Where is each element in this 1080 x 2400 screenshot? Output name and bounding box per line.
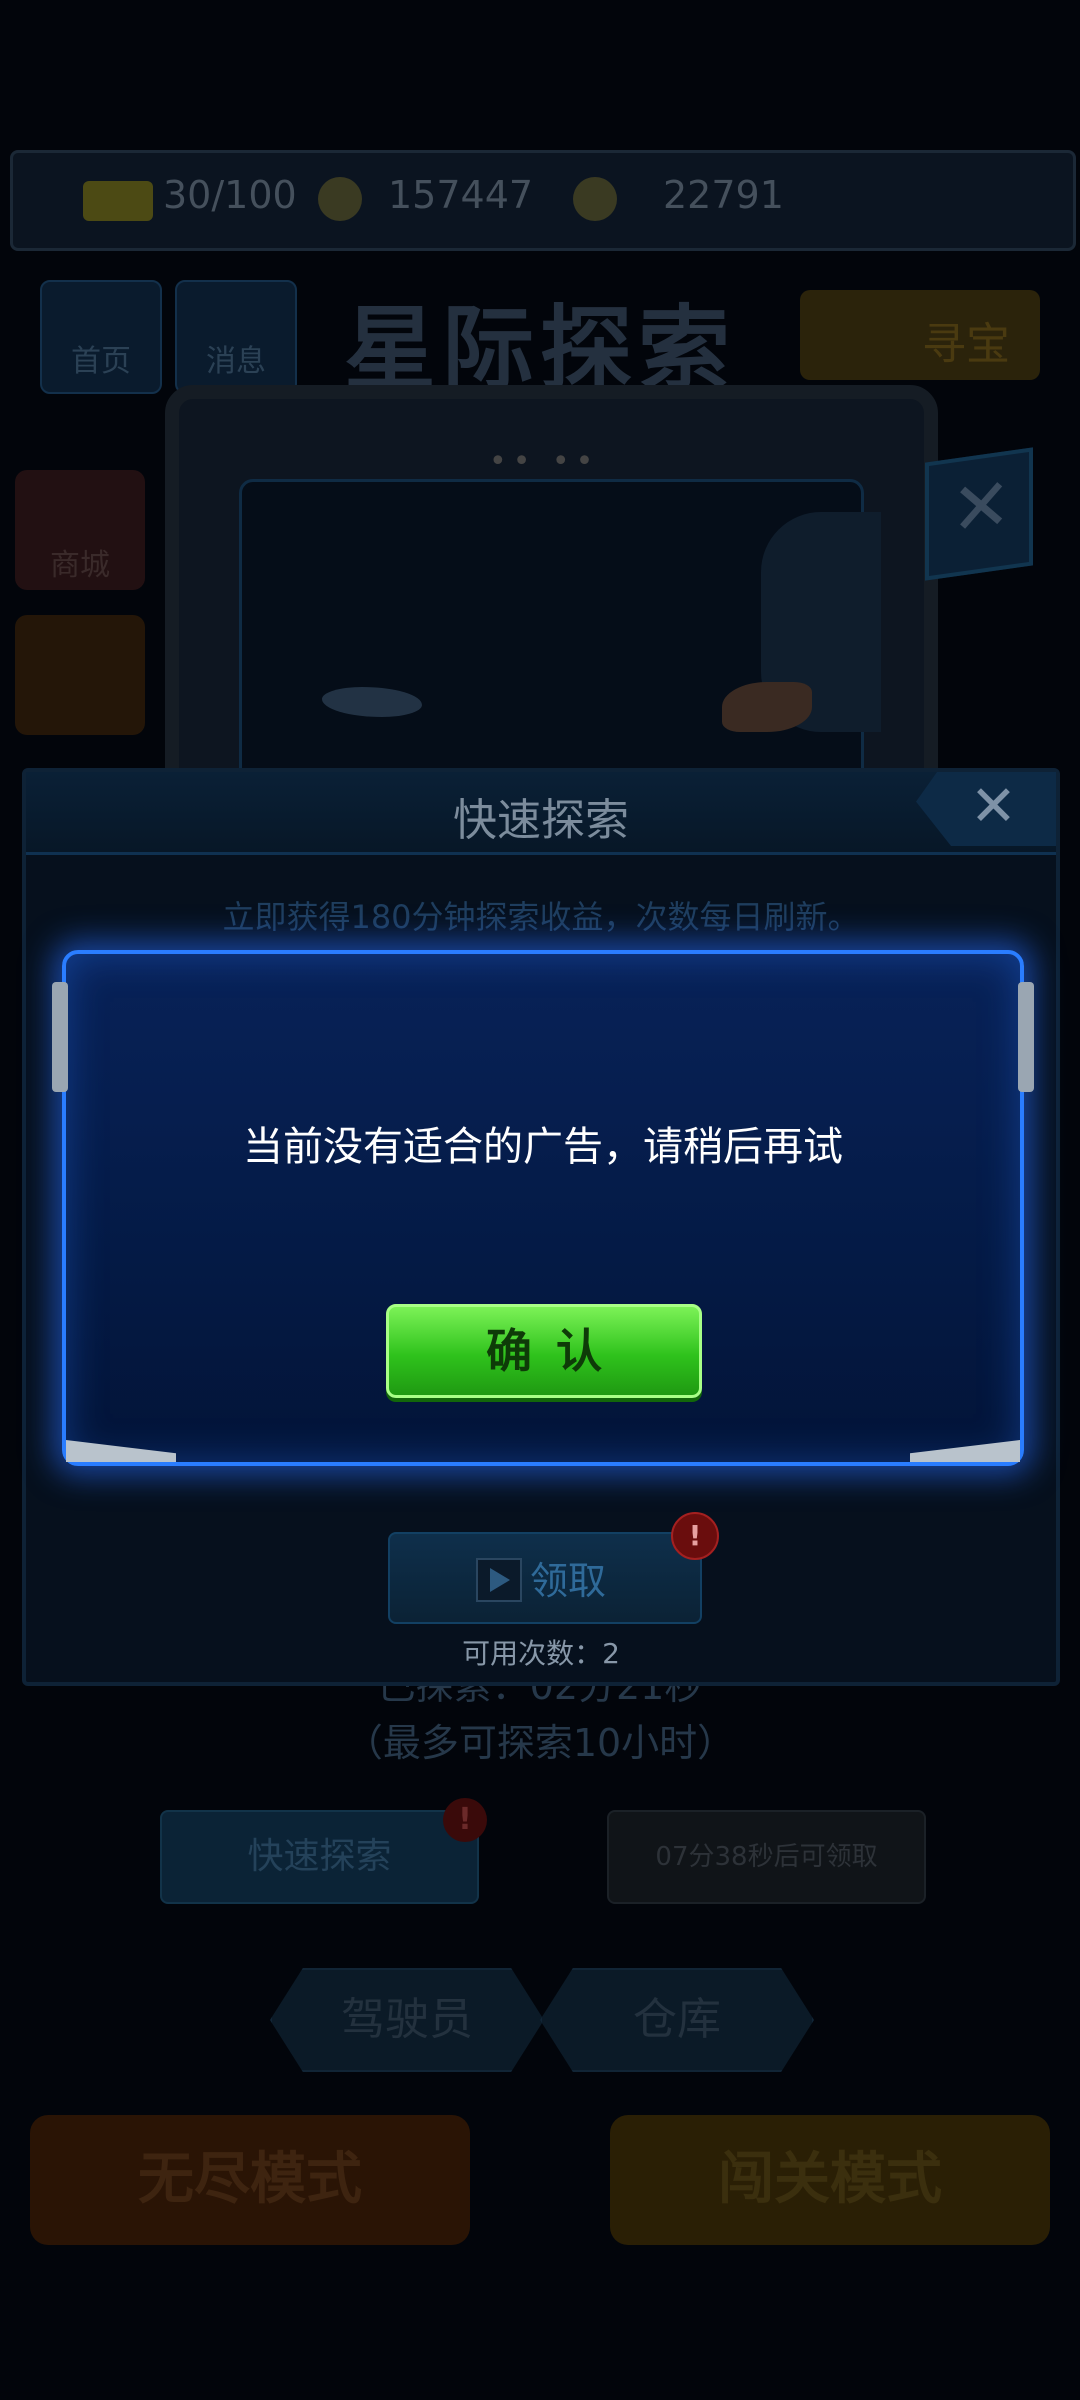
endless-mode-button[interactable]: 无尽模式 [30,2115,470,2245]
stage-mode-button[interactable]: 闯关模式 [610,2115,1050,2245]
max-explore-note: （最多可探索10小时） [344,1721,736,1765]
dialog-title: 快速探索 [453,795,629,846]
coin-icon [318,177,362,221]
home-button[interactable]: 首页 [40,280,162,394]
dialog-header: 快速探索 ✕ [26,772,1056,855]
side-event-icon[interactable] [15,615,145,735]
frame-corner-left [66,1440,176,1462]
treasure-label: 寻宝 [922,319,1010,370]
page-title: 星际探索 [343,296,736,403]
notification-badge: ! [671,1512,719,1560]
claim-later-button[interactable]: 07分38秒后可领取 [607,1810,926,1904]
ad-unavailable-alert: 当前没有适合的广告，请稍后再试 确认 [52,950,1034,1466]
frame-tab-right [1018,982,1034,1092]
messages-label: 消息 [206,344,266,379]
resource-bar: 30/100 157447 22791 [10,150,1076,251]
level-badge [83,181,153,221]
scanner-frame: •• •• [165,385,938,813]
alert-message: 当前没有适合的广告，请稍后再试 [243,1124,843,1170]
tab-warehouse[interactable]: 仓库 [540,1968,814,2072]
tab-pilot[interactable]: 驾驶员 [270,1968,544,2072]
confirm-button[interactable]: 确认 [386,1304,702,1398]
shop-label: 商城 [50,548,110,583]
shop-icon[interactable]: 商城 [15,470,145,590]
home-label: 首页 [71,344,131,379]
video-icon [476,1558,522,1602]
enemy-ship [722,682,812,732]
claim-ad-button[interactable]: 领取 [388,1532,702,1624]
parts-count: 22791 [663,173,784,217]
dialog-description: 立即获得180分钟探索收益，次数每日刷新。 [222,898,860,936]
close-icon: ✕ [951,460,1012,553]
frame-corner-right [910,1440,1020,1462]
space-view [239,479,881,799]
treasure-button[interactable]: 寻宝 [800,290,1040,380]
messages-button[interactable]: 消息 [175,280,297,394]
player-ship [322,687,422,717]
quick-explore-badge: ! [443,1798,487,1842]
coin-count: 157447 [388,173,534,217]
claim-label: 领取 [530,1559,607,1603]
remaining-count: 可用次数：2 [462,1637,620,1670]
close-icon: ✕ [970,774,1017,839]
parts-icon [573,177,617,221]
frame-tab-left [52,982,68,1092]
quick-explore-button[interactable]: 快速探索 [160,1810,479,1904]
scanner-close-button[interactable]: ✕ [925,447,1033,581]
level-progress: 30/100 [163,173,297,217]
indicator-dots: •• •• [489,444,600,479]
